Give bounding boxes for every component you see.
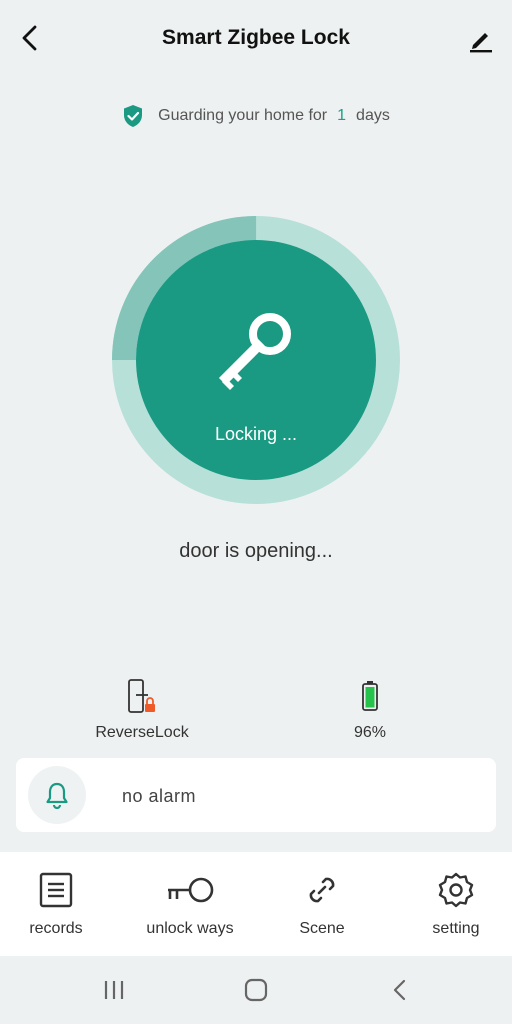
recents-icon[interactable] <box>94 974 134 1006</box>
link-icon <box>304 870 340 910</box>
top-bar: Smart Zigbee Lock <box>0 0 512 80</box>
system-navigation-bar <box>0 956 512 1024</box>
tab-setting[interactable]: setting <box>396 870 512 938</box>
key-icon <box>165 870 215 910</box>
page-title: Smart Zigbee Lock <box>162 26 350 49</box>
tab-unlock-ways[interactable]: unlock ways <box>130 870 250 938</box>
gear-icon <box>437 870 475 910</box>
tab-unlock-ways-label: unlock ways <box>146 920 234 937</box>
reverse-lock-indicator: ReverseLock <box>82 678 202 742</box>
shield-check-icon <box>122 104 144 128</box>
battery-level: 96% <box>353 724 387 741</box>
back-icon[interactable] <box>380 974 420 1006</box>
lock-control: Locking ... <box>112 216 400 504</box>
home-icon[interactable] <box>236 974 276 1006</box>
door-status-text: door is opening... <box>179 540 333 562</box>
guarding-suffix: days <box>356 107 390 124</box>
records-icon <box>39 870 73 910</box>
alarm-card[interactable]: no alarm <box>16 758 496 832</box>
lock-status-label: Locking ... <box>214 424 298 444</box>
battery-indicator: 96% <box>310 678 430 742</box>
tab-records[interactable]: records <box>0 870 116 938</box>
tab-scene[interactable]: Scene <box>262 870 382 938</box>
bottom-tab-bar: records unlock ways Scene setting <box>0 852 512 956</box>
guarding-banner: Guarding your home for 1 days <box>0 104 512 128</box>
key-icon <box>218 313 291 390</box>
reverse-lock-label: ReverseLock <box>95 724 189 741</box>
guarding-prefix: Guarding your home for <box>158 107 328 124</box>
tab-scene-label: Scene <box>299 920 345 937</box>
guarding-days-count: 1 <box>337 107 347 124</box>
bell-icon <box>28 766 86 824</box>
reverse-lock-icon <box>128 679 155 713</box>
tab-setting-label: setting <box>432 920 480 937</box>
tab-records-label: records <box>29 920 83 937</box>
lock-button[interactable]: Locking ... <box>136 240 376 480</box>
alarm-text: no alarm <box>122 786 197 806</box>
battery-icon <box>362 681 378 711</box>
pencil-icon[interactable] <box>464 22 498 56</box>
